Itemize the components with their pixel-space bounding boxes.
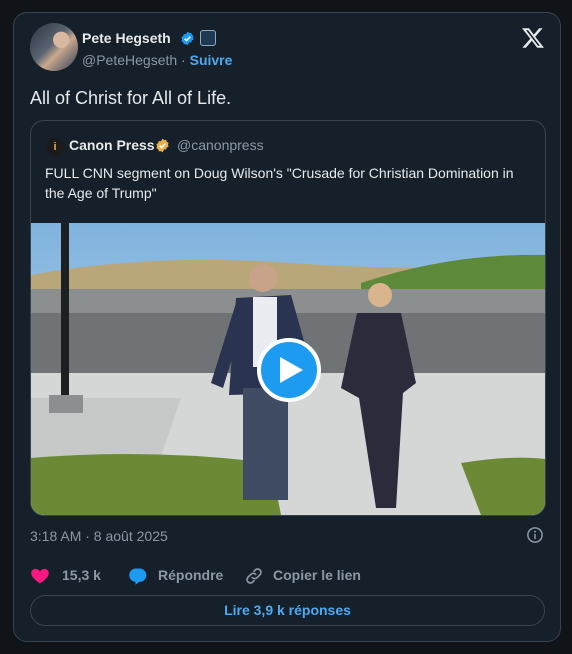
author-name[interactable]: Pete Hegseth [82, 30, 171, 46]
like-count: 15,3 k [62, 567, 101, 583]
heart-icon [31, 568, 49, 584]
read-replies-button[interactable]: Lire 3,9 k réponses [30, 595, 545, 626]
government-seal-icon [200, 30, 216, 46]
reply-label: Répondre [158, 567, 224, 583]
tweet-text: All of Christ for All of Life. [30, 88, 232, 108]
play-button[interactable] [257, 338, 321, 402]
copy-link-button[interactable]: Copier le lien [244, 566, 394, 586]
reply-button[interactable]: Répondre [128, 566, 228, 586]
copy-link-label: Copier le lien [273, 567, 361, 583]
author-avatar[interactable] [30, 23, 78, 71]
quoted-text: FULL CNN segment on Doug Wilson's "Crusa… [45, 165, 514, 201]
video-thumbnail[interactable] [31, 223, 545, 515]
reply-bubble-icon [129, 568, 147, 585]
like-button[interactable]: 15,3 k [30, 566, 110, 586]
link-icon [246, 568, 262, 584]
info-icon[interactable] [526, 526, 544, 544]
tweet-timestamp[interactable]: 3:18 AM · 8 août 2025 [30, 528, 168, 544]
quoted-avatar[interactable]: i [46, 138, 64, 156]
x-logo-icon[interactable] [521, 26, 545, 50]
author-handle[interactable]: @PeteHegseth [82, 52, 177, 68]
quoted-name[interactable]: Canon Press [69, 137, 155, 153]
author-handle-line: @PeteHegseth · Suivre [82, 52, 232, 68]
verified-badge-icon [181, 31, 194, 46]
gold-verified-badge-icon [156, 138, 169, 153]
separator: · [181, 52, 186, 68]
quoted-handle[interactable]: @canonpress [177, 137, 264, 153]
quoted-tweet[interactable]: i Canon Press @canonpress FULL CNN segme… [30, 120, 546, 516]
follow-button[interactable]: Suivre [190, 52, 233, 68]
play-icon [280, 357, 303, 383]
